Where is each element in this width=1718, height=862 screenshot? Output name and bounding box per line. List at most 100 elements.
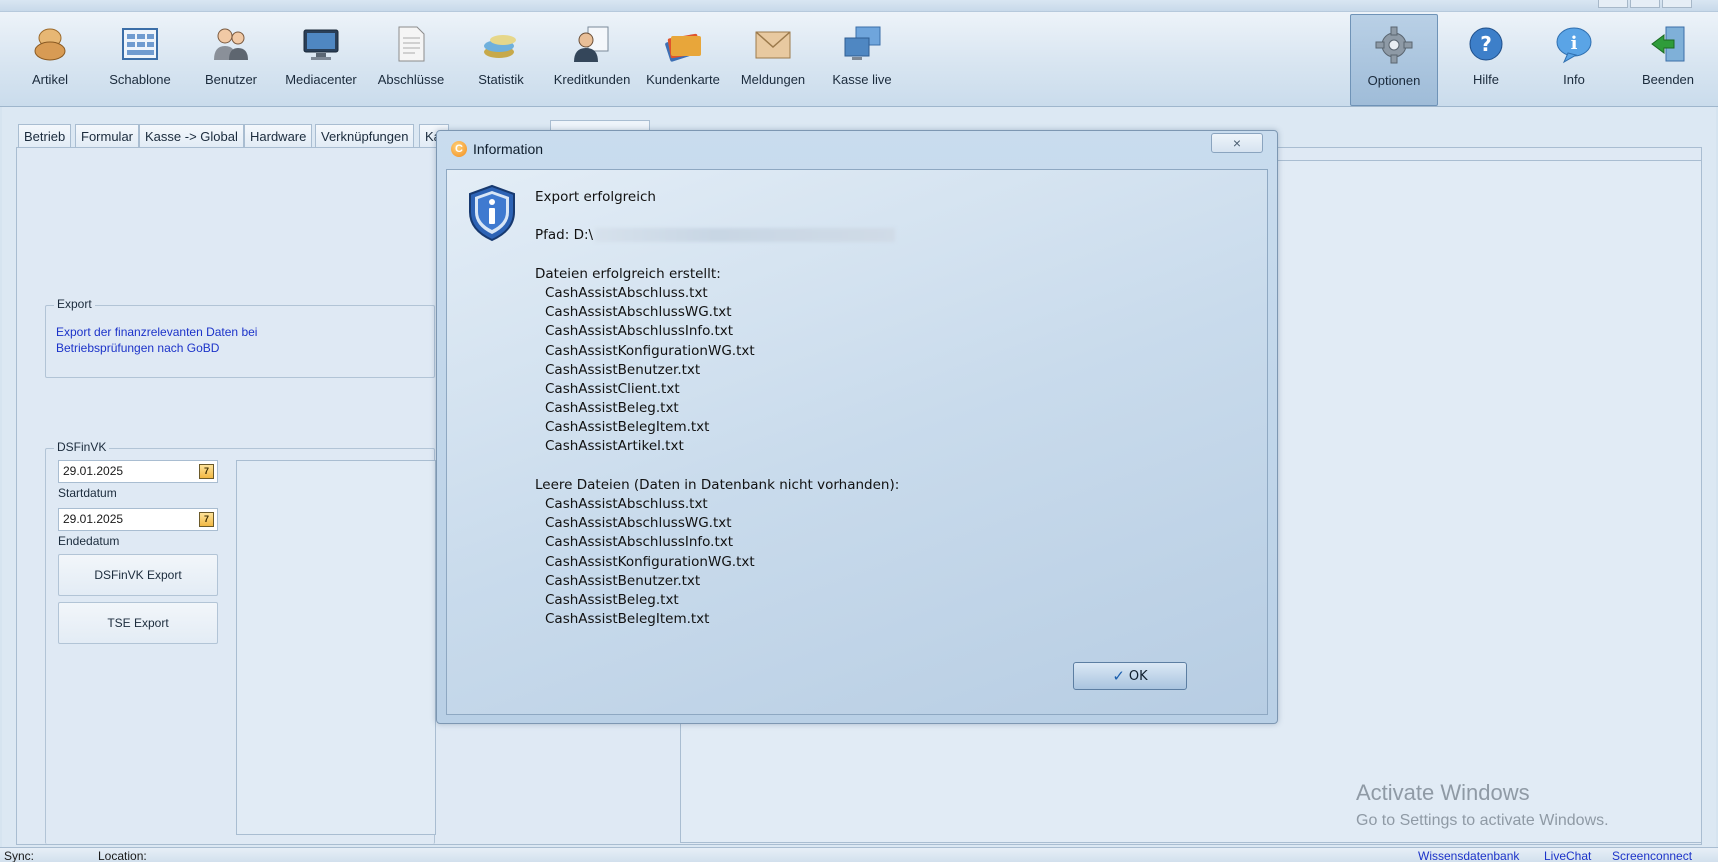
file-list-item: CashAssistBenutzer.txt xyxy=(545,572,701,589)
toolbar-artikel[interactable]: Artikel xyxy=(22,22,78,104)
info-bubble-icon: i xyxy=(1552,22,1596,66)
file-list-item: CashAssistAbschluss.txt xyxy=(545,496,708,512)
window-title-strip xyxy=(0,0,1718,12)
end-date-field[interactable]: 29.01.2025 7 xyxy=(58,508,218,531)
message-path: Pfad: D:\ xyxy=(535,226,1235,245)
file-list-item: CashAssistClient.txt xyxy=(545,380,680,397)
file-list-item: CashAssistKonfigurationWG.txt xyxy=(545,342,755,359)
help-icon: ? xyxy=(1464,22,1508,66)
toolbar-label: Kasse live xyxy=(832,72,892,87)
dialog-message: Export erfolgreich Pfad: D:\ Dateien erf… xyxy=(535,188,1235,636)
file-list-item: CashAssistAbschlussWG.txt xyxy=(545,304,732,321)
main-toolbar: Artikel Schablone Benutzer Mediacenter A… xyxy=(0,12,1718,107)
location-label: Location: xyxy=(98,849,147,862)
minimize-button[interactable] xyxy=(1598,0,1628,8)
file-list-item: CashAssistAbschluss.txt xyxy=(545,284,708,301)
ok-button[interactable]: ✓ OK xyxy=(1073,662,1187,690)
sync-label: Sync: xyxy=(4,849,35,862)
end-date-label: Endedatum xyxy=(58,534,120,548)
app-logo-icon: C xyxy=(451,141,467,157)
toolbar-kreditkunden[interactable]: Kreditkunden xyxy=(552,22,632,104)
tab-verknuepfungen[interactable]: Verknüpfungen xyxy=(315,124,415,148)
toolbar-label: Abschlüsse xyxy=(377,72,445,87)
dsfinvk-export-button[interactable]: DSFinVK Export xyxy=(58,554,218,596)
customer-icon xyxy=(570,22,614,66)
export-description: Export der finanzrelevanten Daten bei Be… xyxy=(56,325,258,355)
toolbar-label: Benutzer xyxy=(204,72,258,87)
toolbar-statistik[interactable]: Statistik xyxy=(474,22,528,104)
chart-stack-icon xyxy=(479,22,523,66)
empty-files-heading: Leere Dateien (Daten in Datenbank nicht … xyxy=(535,476,900,493)
toolbar-label: Schablone xyxy=(109,72,171,87)
toolbar-label: Info xyxy=(1563,72,1585,87)
toolbar-label: Statistik xyxy=(478,72,524,87)
toolbar-mediacenter[interactable]: Mediacenter xyxy=(284,22,358,104)
toolbar-label: Optionen xyxy=(1367,73,1421,88)
link-wissensdatenbank[interactable]: Wissensdatenbank xyxy=(1418,849,1519,862)
dialog-close-button[interactable]: × xyxy=(1211,133,1263,153)
export-group-title: Export xyxy=(54,297,95,311)
tab-hardware[interactable]: Hardware xyxy=(244,124,313,148)
dsfinvk-info-panel xyxy=(236,460,436,835)
activation-watermark: Activate Windows Go to Settings to activ… xyxy=(1356,780,1609,829)
redacted-path xyxy=(595,228,896,243)
file-list-item: CashAssistAbschlussInfo.txt xyxy=(545,534,734,551)
tab-formular[interactable]: Formular xyxy=(75,124,140,148)
file-list-item: CashAssistBelegItem.txt xyxy=(545,611,710,628)
info-shield-icon xyxy=(467,184,517,245)
toolbar-hilfe[interactable]: ? Hilfe xyxy=(1462,22,1510,104)
toolbar-meldungen[interactable]: Meldungen xyxy=(738,22,808,104)
toolbar-label: Beenden xyxy=(1641,72,1695,87)
tab-kasse-global[interactable]: Kasse -> Global xyxy=(139,124,244,148)
card-icon xyxy=(661,22,705,66)
template-icon xyxy=(118,22,162,66)
dialog-title: Information xyxy=(473,141,544,157)
file-list-item: CashAssistKonfigurationWG.txt xyxy=(545,553,755,570)
created-files-heading: Dateien erfolgreich erstellt: xyxy=(535,265,721,282)
toolbar-label: Kreditkunden xyxy=(553,72,631,87)
information-dialog: C Information × Export erfolgreich Pfad:… xyxy=(436,130,1278,724)
tab-betrieb[interactable]: Betrieb xyxy=(18,124,72,148)
maximize-button[interactable] xyxy=(1630,0,1660,8)
toolbar-info[interactable]: i Info xyxy=(1552,22,1596,104)
start-date-field[interactable]: 29.01.2025 7 xyxy=(58,460,218,483)
dsfinvk-group: DSFinVK 29.01.2025 7 Startdatum 29.01.20… xyxy=(45,440,436,844)
toolbar-kundenkarte[interactable]: Kundenkarte xyxy=(644,22,722,104)
message-heading: Export erfolgreich xyxy=(535,189,656,205)
tse-export-button[interactable]: TSE Export xyxy=(58,602,218,644)
document-icon xyxy=(389,22,433,66)
file-list-item: CashAssistAbschlussWG.txt xyxy=(545,515,732,532)
calendar-icon[interactable]: 7 xyxy=(199,512,214,527)
created-files-list: CashAssistAbschluss.txt CashAssistAbschlu… xyxy=(535,284,1235,457)
file-list-item: CashAssistBenutzer.txt xyxy=(545,361,701,378)
export-group: Export Export der finanzrelevanten Daten… xyxy=(45,297,435,378)
toolbar-schablone[interactable]: Schablone xyxy=(104,22,176,104)
empty-files-list: CashAssistAbschluss.txt CashAssistAbschlu… xyxy=(535,495,1235,629)
toolbar-label: Hilfe xyxy=(1472,72,1499,87)
monitor-icon xyxy=(299,22,343,66)
file-list-item: CashAssistAbschlussInfo.txt xyxy=(545,323,734,340)
close-window-button[interactable] xyxy=(1662,0,1692,8)
link-livechat[interactable]: LiveChat xyxy=(1544,849,1591,862)
toolbar-label: Kundenkarte xyxy=(646,72,720,87)
dsfinvk-group-title: DSFinVK xyxy=(54,440,110,454)
file-list-item: CashAssistBeleg.txt xyxy=(545,591,679,608)
dialog-titlebar[interactable]: C Information × xyxy=(437,131,1277,161)
file-list-item: CashAssistArtikel.txt xyxy=(545,438,684,455)
toolbar-abschluesse[interactable]: Abschlüsse xyxy=(376,22,446,104)
link-screenconnect[interactable]: Screenconnect xyxy=(1612,849,1692,862)
toolbar-benutzer[interactable]: Benutzer xyxy=(200,22,262,104)
gear-icon xyxy=(1372,23,1416,67)
envelope-icon xyxy=(751,22,795,66)
file-list-item: CashAssistBeleg.txt xyxy=(545,400,679,417)
calendar-icon[interactable]: 7 xyxy=(199,464,214,479)
status-bar: Sync: Location: Wissensdatenbank LiveCha… xyxy=(0,847,1718,862)
exit-door-icon xyxy=(1646,22,1690,66)
svg-text:?: ? xyxy=(1480,32,1492,56)
screens-icon xyxy=(840,22,884,66)
toolbar-beenden[interactable]: Beenden xyxy=(1636,22,1700,104)
toolbar-label: Meldungen xyxy=(740,72,806,87)
toolbar-kasse-live[interactable]: Kasse live xyxy=(830,22,894,104)
dialog-body: Export erfolgreich Pfad: D:\ Dateien erf… xyxy=(446,169,1268,715)
toolbar-optionen[interactable]: Optionen xyxy=(1350,14,1438,106)
